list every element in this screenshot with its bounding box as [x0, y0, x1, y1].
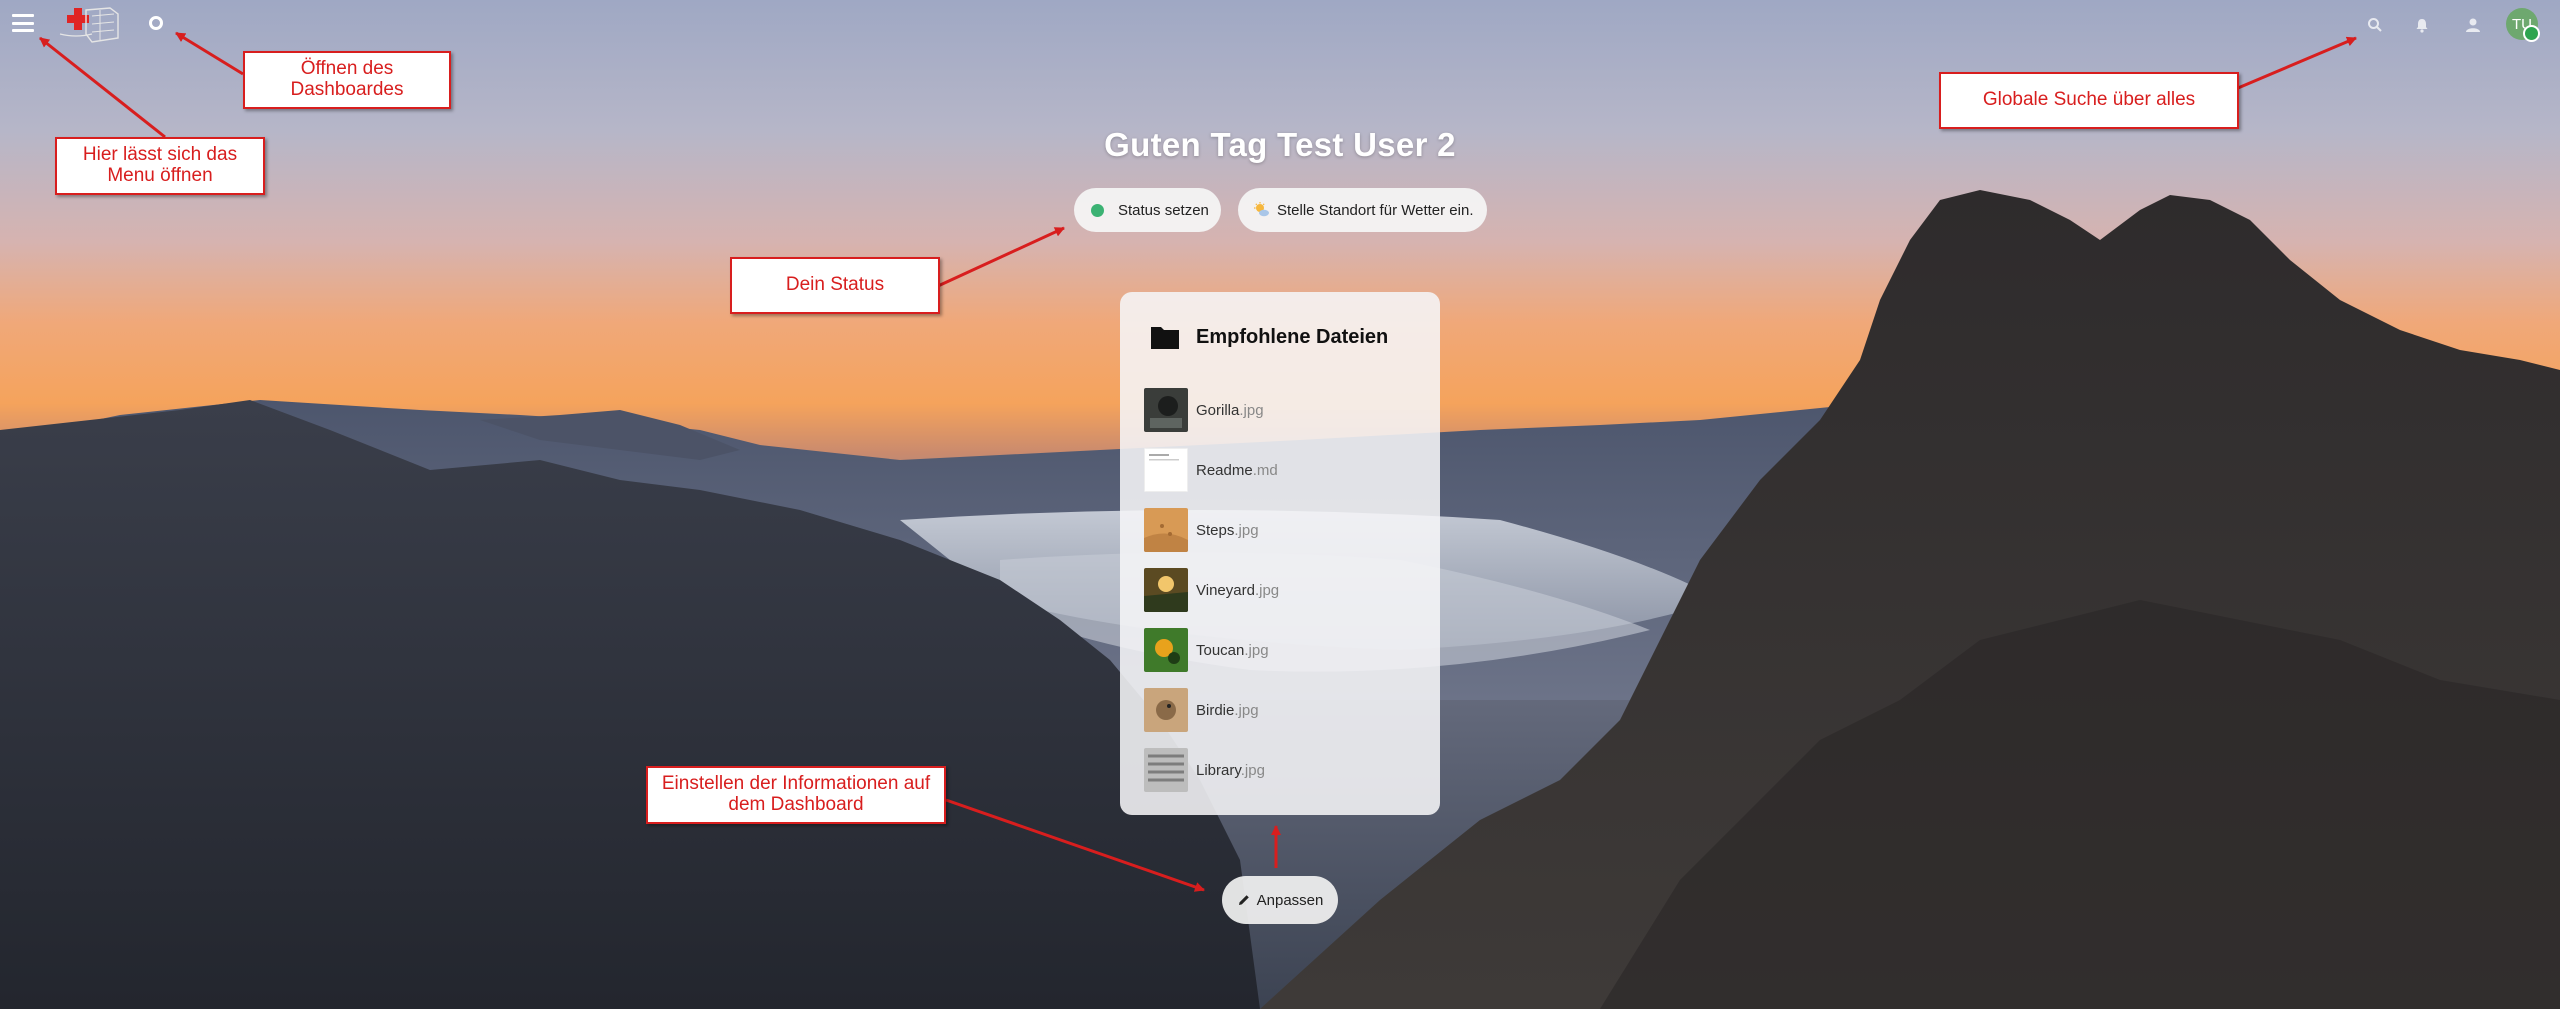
search-icon[interactable] [2360, 10, 2390, 40]
dashboard-circle-icon[interactable] [149, 16, 163, 30]
recommended-files-widget: Empfohlene Dateien Gorilla.jpg Readme.md… [1120, 292, 1440, 815]
bell-icon[interactable] [2407, 10, 2437, 40]
menu-button[interactable] [12, 14, 34, 32]
file-thumbnail [1144, 508, 1188, 552]
file-thumbnail [1144, 568, 1188, 612]
weather-location-label: Stelle Standort für Wetter ein. [1277, 201, 1474, 219]
file-thumbnail [1144, 748, 1188, 792]
file-name: Vineyard.jpg [1196, 581, 1280, 599]
app-logo[interactable] [56, 4, 122, 46]
set-status-button[interactable]: Status setzen [1074, 188, 1221, 232]
file-name: Library.jpg [1196, 761, 1265, 779]
weather-location-button[interactable]: Stelle Standort für Wetter ein. [1238, 188, 1487, 232]
file-name: Readme.md [1196, 461, 1278, 479]
file-item[interactable]: Birdie.jpg [1144, 686, 1424, 734]
pencil-icon [1238, 895, 1249, 905]
annotation-menu: Hier lässt sich das Menu öffnen [55, 137, 265, 195]
file-name: Steps.jpg [1196, 521, 1259, 539]
annotation-dashboard: Öffnen des Dashboardes [243, 51, 451, 109]
online-status-indicator [2523, 25, 2540, 42]
file-thumbnail [1144, 628, 1188, 672]
file-item[interactable]: Toucan.jpg [1144, 626, 1424, 674]
file-item[interactable]: Gorilla.jpg [1144, 386, 1424, 434]
file-name: Birdie.jpg [1196, 701, 1259, 719]
contacts-icon[interactable] [2458, 10, 2488, 40]
user-avatar[interactable]: TU [2506, 8, 2540, 42]
file-name: Toucan.jpg [1196, 641, 1269, 659]
greeting-title: Guten Tag Test User 2 [1104, 126, 1456, 163]
file-item[interactable]: Readme.md [1144, 446, 1424, 494]
file-thumbnail [1144, 448, 1188, 492]
set-status-label: Status setzen [1118, 201, 1209, 219]
annotation-customize: Einstellen der Informationen auf dem Das… [646, 766, 946, 824]
file-item[interactable]: Steps.jpg [1144, 506, 1424, 554]
file-item[interactable]: Vineyard.jpg [1144, 566, 1424, 614]
widget-title: Empfohlene Dateien [1196, 326, 1389, 348]
status-dot-icon [1091, 203, 1104, 217]
file-thumbnail [1144, 388, 1188, 432]
customize-button[interactable]: Anpassen [1222, 876, 1338, 924]
weather-sun-cloud-icon [1254, 202, 1269, 217]
customize-label: Anpassen [1256, 891, 1324, 909]
file-thumbnail [1144, 688, 1188, 732]
annotation-search: Globale Suche über alles [1939, 72, 2239, 129]
file-name: Gorilla.jpg [1196, 401, 1264, 419]
file-item[interactable]: Library.jpg [1144, 746, 1424, 794]
folder-icon [1151, 327, 1179, 349]
annotation-status: Dein Status [730, 257, 940, 314]
